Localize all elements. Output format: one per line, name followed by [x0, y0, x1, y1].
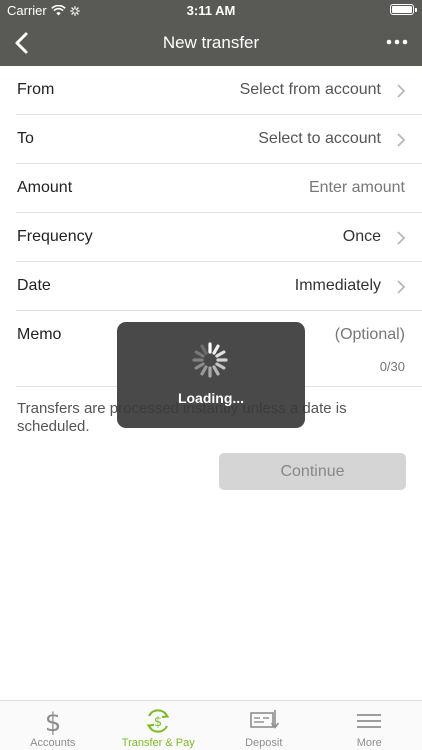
- chevron-right-icon: [397, 84, 406, 98]
- memo-char-counter: 0/30: [379, 359, 405, 374]
- svg-text:$: $: [44, 708, 61, 735]
- ellipsis-icon[interactable]: [386, 38, 408, 46]
- amount-input[interactable]: Enter amount: [309, 179, 405, 197]
- chevron-right-icon: [397, 231, 406, 245]
- status-bar: Carrier 3:11 AM: [0, 0, 422, 20]
- battery-icon: [390, 4, 417, 15]
- date-row[interactable]: Date Immediately: [16, 262, 422, 311]
- memo-input[interactable]: (Optional): [335, 326, 405, 344]
- hamburger-menu-icon: [357, 714, 382, 728]
- check-deposit-icon: [249, 710, 279, 729]
- date-value: Immediately: [294, 277, 381, 294]
- svg-text:$: $: [154, 715, 162, 730]
- transfer-pay-icon: $: [146, 709, 170, 733]
- nav-bar: New transfer: [0, 20, 422, 66]
- from-account-row[interactable]: From Select from account: [16, 66, 422, 115]
- frequency-value: Once: [342, 228, 381, 245]
- tab-more[interactable]: More: [317, 701, 422, 750]
- to-label: To: [17, 130, 34, 147]
- tab-deposit-label: Deposit: [245, 737, 283, 749]
- to-account-value: Select to account: [258, 130, 381, 147]
- continue-button[interactable]: Continue: [219, 453, 406, 490]
- status-time: 3:11 AM: [186, 3, 236, 18]
- loading-overlay: Loading...: [117, 322, 305, 428]
- chevron-right-icon: [397, 280, 406, 294]
- amount-label: Amount: [17, 179, 73, 196]
- spinner-icon: [192, 342, 228, 378]
- dollar-icon: $: [44, 708, 61, 735]
- frequency-row[interactable]: Frequency Once: [16, 213, 422, 262]
- tab-deposit[interactable]: Deposit: [211, 701, 317, 750]
- page-title: New transfer: [162, 33, 260, 52]
- tab-accounts-label: Accounts: [30, 737, 76, 749]
- from-account-value: Select from account: [239, 81, 381, 98]
- amount-row: Amount Enter amount: [16, 164, 422, 213]
- memo-label: Memo: [17, 326, 62, 343]
- to-account-row[interactable]: To Select to account: [16, 115, 422, 164]
- frequency-label: Frequency: [17, 228, 93, 245]
- date-label: Date: [17, 277, 51, 294]
- tab-accounts[interactable]: $ Accounts: [0, 701, 106, 750]
- tab-more-label: More: [356, 737, 382, 749]
- from-label: From: [17, 81, 55, 98]
- chevron-right-icon: [397, 133, 406, 147]
- loading-text: Loading...: [177, 390, 245, 406]
- tab-transfer-pay-label: Transfer & Pay: [121, 737, 195, 749]
- tab-bar: $ Accounts $ Transfer & Pay Deposit More: [0, 700, 422, 750]
- tab-transfer-pay[interactable]: $ Transfer & Pay: [106, 701, 212, 750]
